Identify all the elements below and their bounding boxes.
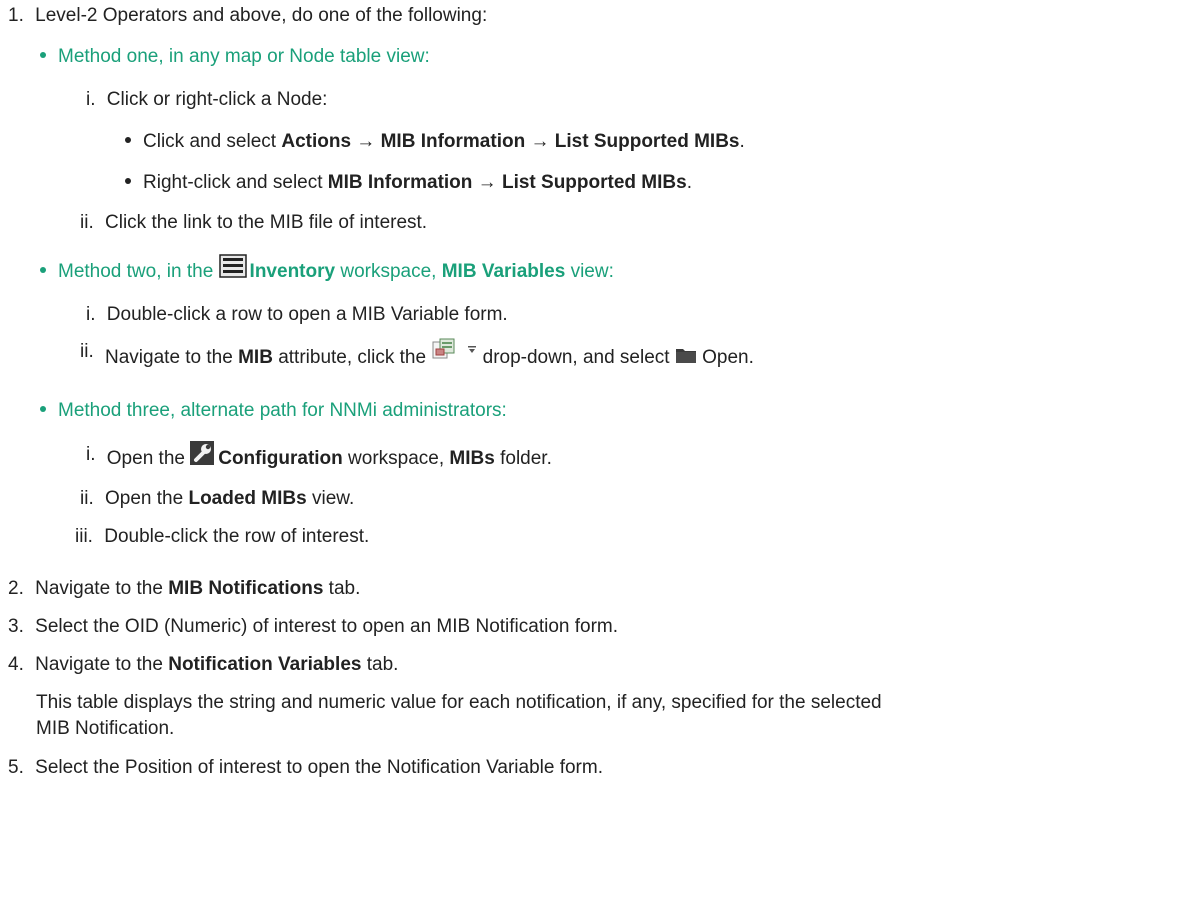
substep-content: Navigate to the MIB attribute, click the… [105, 338, 754, 369]
step-number: 2. [8, 578, 24, 599]
method-two-step-ii: ii. Navigate to the MIB attribute, click… [80, 338, 754, 370]
text: Click and select [143, 131, 282, 152]
substep-content: Open the Configuration workspace, MIBs f… [106, 441, 552, 470]
mibs-folder-label: MIBs [449, 448, 495, 470]
substep-text: Click or right-click a Node: [106, 89, 328, 110]
text: Open the [105, 488, 189, 509]
substep-number: ii. [80, 212, 94, 233]
menu-mib-information: MIB Information [380, 131, 526, 152]
arrow: → [525, 131, 555, 152]
method-three-step-ii: ii. Open the Loaded MIBs view. [80, 487, 354, 511]
step-text: Level-2 Operators and above, do one of t… [35, 5, 488, 26]
method-two-step-i: i. Double-click a row to open a MIB Vari… [86, 303, 508, 327]
loaded-mibs-view-label: Loaded MIBs [188, 488, 307, 509]
method-three-step-i: i. Open the Configuration workspace, MIB… [86, 441, 552, 471]
substep-number: iii. [75, 526, 93, 547]
method-one-option-right-click: Right-click and select MIB Information →… [125, 171, 692, 195]
step-number: 1. [8, 5, 24, 26]
configuration-workspace-label: Configuration [218, 448, 343, 470]
step-text: Select the OID (Numeric) of interest to … [35, 616, 619, 637]
text: drop-down, and select [477, 347, 675, 369]
step-4: 4. Navigate to the Notification Variable… [8, 653, 398, 677]
step-4-note-line-2: MIB Notification. [36, 718, 175, 739]
menu-list-supported-mibs: List Supported MIBs [501, 172, 687, 193]
text: view. [306, 488, 355, 509]
bullet [125, 136, 131, 143]
method-three-title: Method three, alternate path for NNMi ad… [58, 400, 507, 421]
menu-actions: Actions [281, 131, 352, 152]
substep-text: Double-click the row of interest. [104, 526, 370, 547]
text: workspace, [342, 448, 450, 470]
bullet [125, 177, 131, 184]
step-number: 5. [8, 757, 24, 778]
mib-notifications-tab-label: MIB Notifications [168, 578, 324, 599]
text: attribute, click the [272, 347, 432, 369]
lookup-icon [431, 338, 457, 362]
substep-number: i. [86, 444, 96, 466]
menu-list-supported-mibs: List Supported MIBs [554, 131, 740, 152]
method-one-option-click: Click and select Actions → MIB Informati… [125, 130, 745, 154]
substep-text: Click the link to the MIB file of intere… [105, 212, 428, 233]
text: Navigate to the [105, 347, 239, 369]
text: . [686, 172, 692, 193]
step-2: 2. Navigate to the MIB Notifications tab… [8, 577, 360, 601]
substep-number: ii. [80, 341, 94, 363]
dropdown-arrow-icon [467, 345, 477, 355]
step-5: 5. Select the Position of interest to op… [8, 756, 603, 780]
method-one-step-i: i. Click or right-click a Node: [86, 88, 327, 112]
text: Method two, in the [58, 261, 219, 283]
arrow: → [472, 172, 502, 193]
bullet [40, 267, 46, 273]
method-three-heading: Method three, alternate path for NNMi ad… [40, 399, 507, 423]
text: Open the [106, 448, 191, 470]
text: view: [565, 261, 614, 283]
text: folder. [494, 448, 552, 470]
inventory-workspace-label: Inventory [249, 261, 336, 283]
text: tab. [361, 654, 399, 675]
text: Right-click and select [143, 172, 328, 193]
notification-variables-tab-label: Notification Variables [168, 654, 362, 675]
step-number: 4. [8, 654, 24, 675]
substep-number: i. [86, 89, 96, 110]
step-1: 1. Level-2 Operators and above, do one o… [8, 4, 487, 28]
mib-attribute-label: MIB [238, 347, 273, 369]
method-one-title: Method one, in any map or Node table vie… [58, 46, 430, 67]
method-three-step-iii: iii. Double-click the row of interest. [75, 525, 369, 549]
arrow: → [351, 131, 381, 152]
substep-text: Double-click a row to open a MIB Variabl… [106, 304, 508, 325]
text: workspace, [335, 261, 442, 283]
step-number: 3. [8, 616, 24, 637]
method-two-heading: Method two, in the Inventory workspace, … [40, 254, 614, 284]
step-3: 3. Select the OID (Numeric) of interest … [8, 615, 618, 639]
method-one-heading: Method one, in any map or Node table vie… [40, 45, 430, 69]
method-one-step-ii: ii. Click the link to the MIB file of in… [80, 211, 427, 235]
mib-variables-view-label: MIB Variables [441, 261, 566, 283]
text: Navigate to the [35, 654, 169, 675]
step-text: Select the Position of interest to open … [35, 757, 603, 778]
text: Navigate to the [35, 578, 169, 599]
bullet [40, 51, 46, 58]
bullet [40, 405, 46, 412]
text: tab. [323, 578, 361, 599]
step-content: Navigate to the Notification Variables t… [35, 654, 398, 675]
inventory-icon [218, 254, 247, 278]
folder-icon [675, 346, 697, 364]
step-4-note-line-1: This table displays the string and numer… [36, 692, 882, 713]
substep-content: Open the Loaded MIBs view. [105, 488, 354, 509]
substep-number: i. [86, 304, 96, 325]
menu-mib-information: MIB Information [327, 172, 473, 193]
text: Open. [696, 347, 754, 369]
step-content: Navigate to the MIB Notifications tab. [35, 578, 360, 599]
substep-number: ii. [80, 488, 94, 509]
wrench-icon [190, 441, 215, 465]
text: . [739, 131, 745, 152]
